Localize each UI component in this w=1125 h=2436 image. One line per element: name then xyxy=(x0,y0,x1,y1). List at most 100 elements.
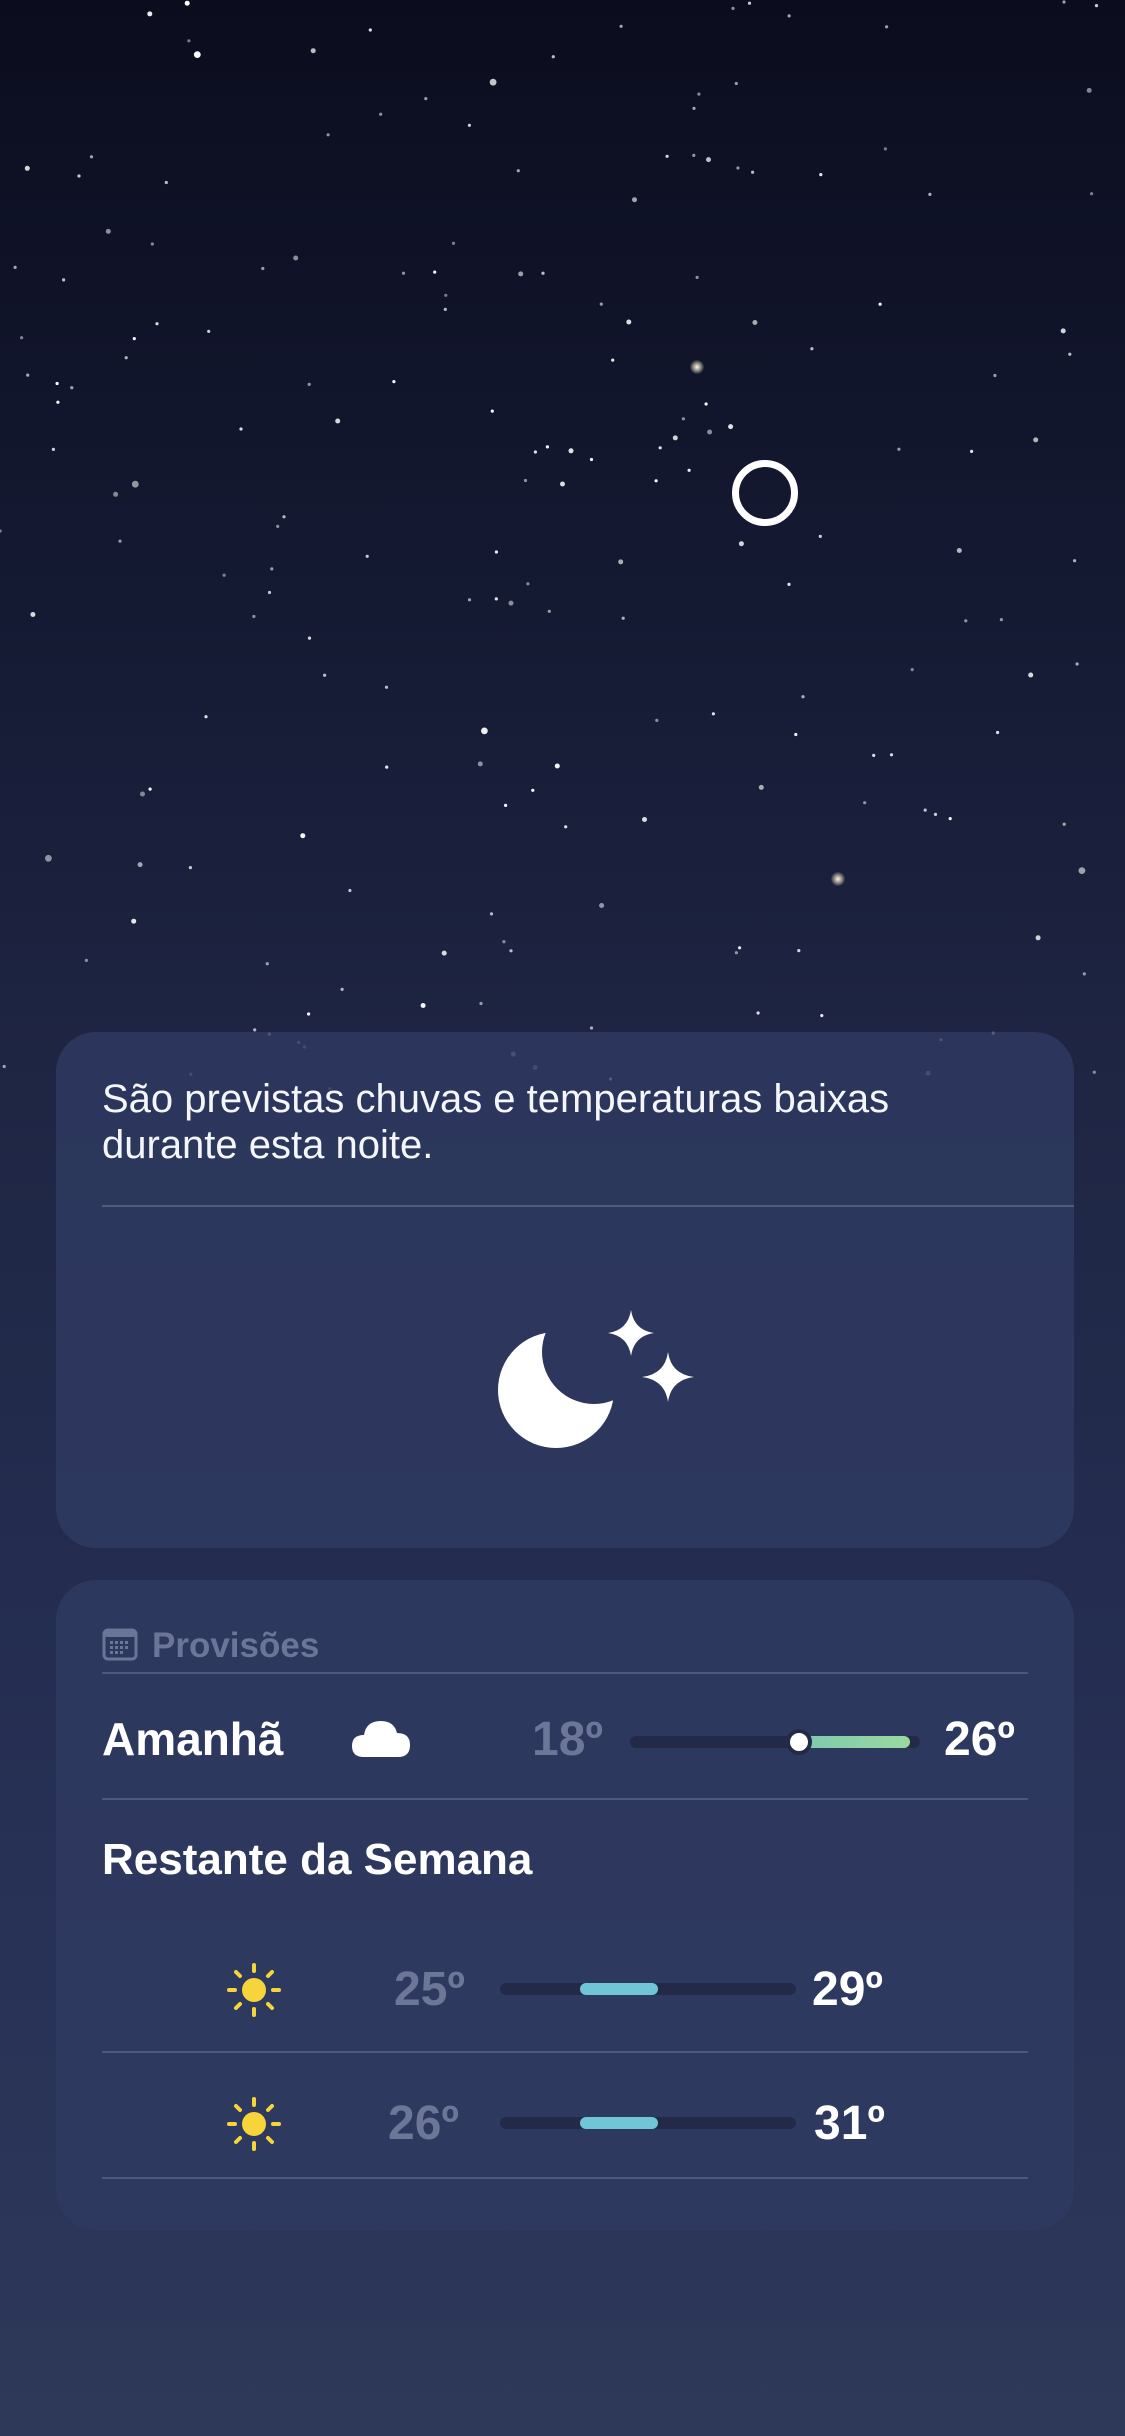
day-label: Amanhã xyxy=(102,1713,284,1765)
star xyxy=(695,275,699,279)
star xyxy=(697,92,701,96)
star xyxy=(77,174,81,178)
star xyxy=(756,1011,760,1015)
rest-of-week-title: Restante da Semana xyxy=(102,1835,533,1884)
star xyxy=(368,28,372,32)
star xyxy=(533,450,538,454)
temp-range-fill xyxy=(580,2117,658,2129)
star xyxy=(132,337,136,341)
forecast-header-label: Provisões xyxy=(152,1626,320,1665)
location-indicator-ring[interactable] xyxy=(732,460,798,526)
star xyxy=(910,668,914,672)
star xyxy=(56,400,60,404)
star xyxy=(441,950,447,956)
forecast-row-tomorrow[interactable]: Amanhã 18º 26º xyxy=(56,1675,1074,1800)
star xyxy=(794,732,798,737)
star xyxy=(147,11,153,17)
star xyxy=(164,180,168,185)
star xyxy=(599,903,605,908)
forecast-row-day[interactable]: 26º 31º xyxy=(56,2054,1074,2184)
starry-sky-background xyxy=(0,0,1099,1091)
star xyxy=(964,619,968,623)
weather-alert-card[interactable]: São previstas chuvas e temperaturas baix… xyxy=(56,1032,1074,1548)
star xyxy=(113,491,119,497)
star xyxy=(424,97,428,101)
star xyxy=(706,157,711,163)
star xyxy=(479,1001,483,1006)
star xyxy=(692,153,696,157)
star xyxy=(1086,87,1092,93)
star xyxy=(711,712,716,716)
star xyxy=(252,614,256,619)
star xyxy=(45,854,52,862)
star xyxy=(265,962,269,966)
star xyxy=(444,293,448,297)
star xyxy=(1062,822,1066,826)
star xyxy=(518,271,524,277)
star xyxy=(589,457,594,462)
star xyxy=(26,373,30,377)
star xyxy=(451,241,456,245)
star xyxy=(155,322,159,326)
star xyxy=(89,155,94,159)
star xyxy=(1035,935,1041,941)
star xyxy=(150,242,154,246)
star xyxy=(531,788,535,792)
calendar-icon xyxy=(102,1627,138,1666)
star xyxy=(523,478,528,483)
forecast-header: Provisões xyxy=(102,1618,319,1674)
star xyxy=(118,539,122,543)
star xyxy=(20,336,24,340)
star xyxy=(13,265,17,269)
star xyxy=(993,373,997,378)
divider xyxy=(102,1672,1028,1674)
star xyxy=(681,417,686,421)
star xyxy=(267,590,272,595)
forecast-row-day[interactable]: 25º 29º xyxy=(56,1920,1074,2050)
star xyxy=(385,765,389,769)
cloud-icon xyxy=(350,1717,412,1764)
star xyxy=(365,554,369,558)
temp-low: 25º xyxy=(394,1963,465,2016)
star xyxy=(420,1003,426,1008)
star xyxy=(282,515,286,519)
star xyxy=(551,55,555,59)
star xyxy=(687,468,691,472)
star xyxy=(2,1064,6,1069)
star xyxy=(885,25,889,29)
moon-stars-icon xyxy=(486,1282,706,1482)
star xyxy=(728,424,734,430)
star xyxy=(731,6,735,10)
star xyxy=(547,609,551,613)
star xyxy=(137,862,143,868)
star xyxy=(124,356,128,360)
star xyxy=(207,329,211,333)
star xyxy=(736,166,740,170)
star xyxy=(516,169,520,173)
star xyxy=(467,123,471,127)
star xyxy=(545,445,550,449)
divider xyxy=(102,2051,1028,2053)
forecast-card[interactable]: Provisões Amanhã 18º 26º Restante da Sem… xyxy=(56,1580,1074,2230)
star xyxy=(642,817,647,822)
temp-range-bar xyxy=(500,1983,796,1995)
star xyxy=(1028,672,1034,678)
star xyxy=(307,382,311,386)
star xyxy=(1073,559,1077,563)
star xyxy=(801,695,805,699)
temp-high: 31º xyxy=(814,2097,885,2150)
star xyxy=(24,165,30,171)
star xyxy=(751,170,755,174)
star xyxy=(883,147,888,151)
star xyxy=(889,753,894,757)
star xyxy=(62,278,66,282)
star xyxy=(276,524,280,529)
star xyxy=(734,951,739,955)
star xyxy=(1092,1070,1096,1074)
star xyxy=(481,727,488,735)
star xyxy=(502,940,506,944)
star xyxy=(188,866,192,870)
star xyxy=(560,481,565,487)
temp-low: 26º xyxy=(388,2097,459,2150)
bright-star xyxy=(831,872,845,886)
